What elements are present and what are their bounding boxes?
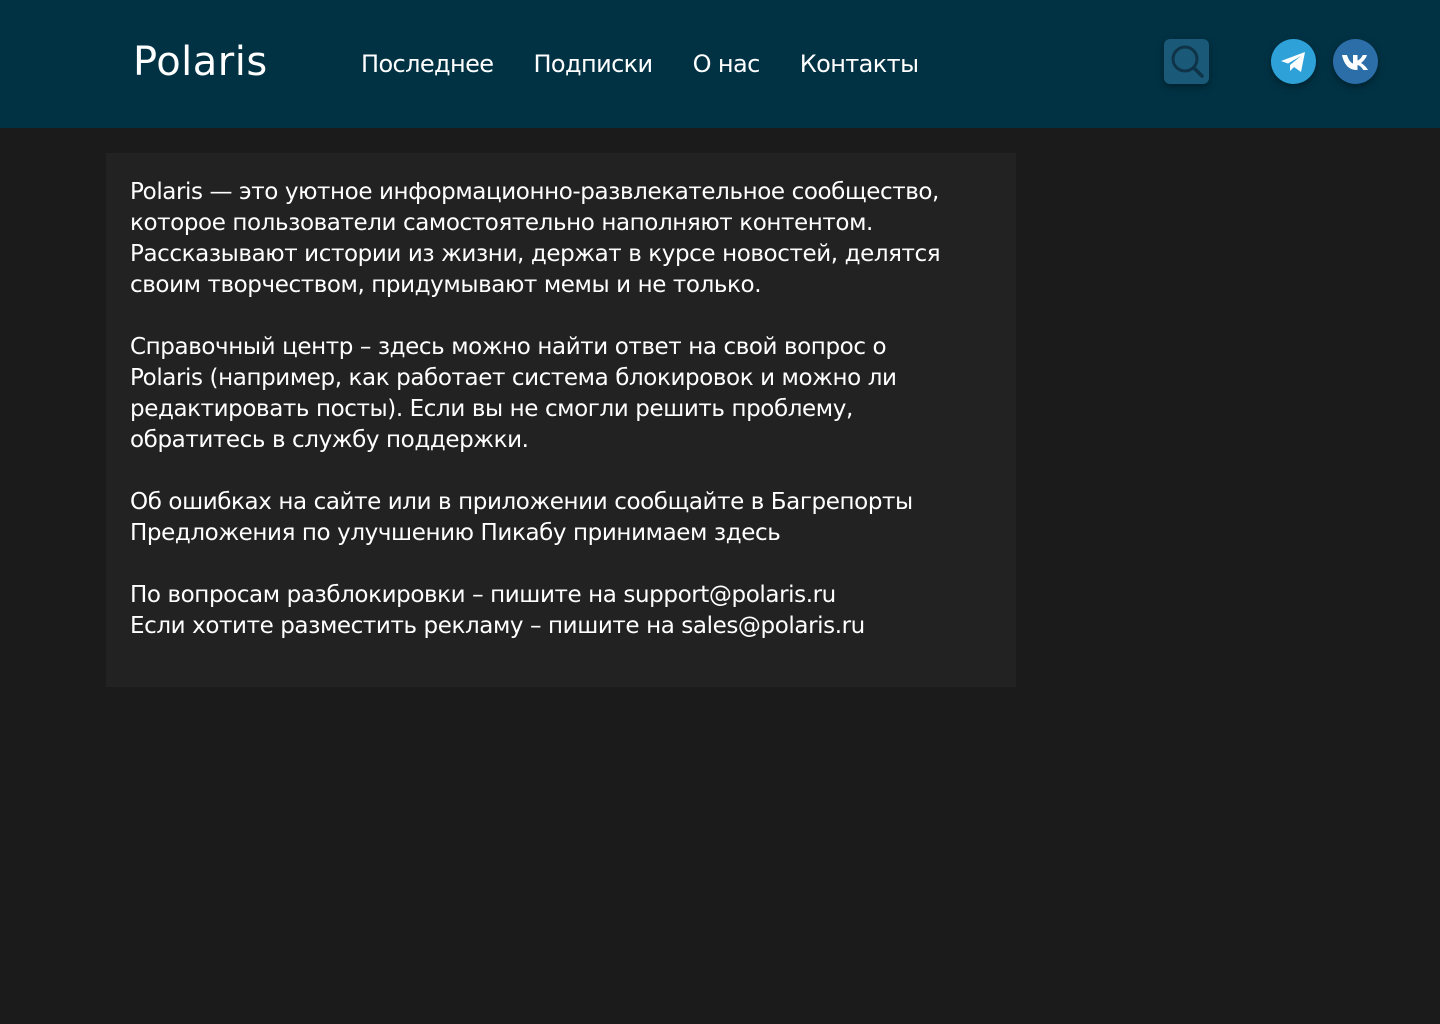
text-line: Polaris (например, как работает система … — [130, 365, 897, 391]
about-feedback: Об ошибках на сайте или в приложении соо… — [130, 487, 1000, 549]
text-line: редактировать посты). Если вы не смогли … — [130, 396, 853, 422]
text-line: По вопросам разблокировки – пишите на su… — [130, 582, 836, 608]
text-line: которое пользователи самостоятельно напо… — [130, 210, 873, 236]
about-help: Справочный центр – здесь можно найти отв… — [130, 332, 1000, 456]
text-line: Об ошибках на сайте или в приложении соо… — [130, 489, 913, 515]
nav-item-subscriptions[interactable]: Подписки — [533, 48, 653, 80]
text-line: Polaris — это уютное информационно-развл… — [130, 179, 939, 205]
vk-button[interactable] — [1333, 39, 1378, 84]
text-line: Справочный центр – здесь можно найти отв… — [130, 334, 887, 360]
nav-item-latest[interactable]: Последнее — [361, 48, 494, 80]
about-contacts: По вопросам разблокировки – пишите на su… — [130, 580, 1000, 642]
site-header: Polaris Последнее Подписки О нас Контакт… — [0, 0, 1440, 128]
main-nav: Последнее Подписки О нас Контакты — [361, 48, 919, 80]
search-button[interactable] — [1164, 39, 1209, 84]
vk-icon — [1342, 55, 1368, 70]
telegram-icon — [1281, 52, 1305, 72]
about-content: Polaris — это уютное информационно-развл… — [130, 177, 1000, 673]
search-icon — [1171, 45, 1204, 78]
text-line: своим творчеством, придумывают мемы и не… — [130, 272, 762, 298]
nav-item-about[interactable]: О нас — [693, 48, 761, 80]
nav-item-contacts[interactable]: Контакты — [800, 48, 919, 80]
site-logo[interactable]: Polaris — [133, 38, 268, 86]
text-line: Рассказывают истории из жизни, держат в … — [130, 241, 941, 267]
telegram-button[interactable] — [1271, 39, 1316, 84]
text-line: Если хотите разместить рекламу – пишите … — [130, 613, 865, 639]
about-card: Polaris — это уютное информационно-развл… — [106, 153, 1016, 687]
text-line: обратитесь в службу поддержки. — [130, 427, 529, 453]
text-line: Предложения по улучшению Пикабу принимае… — [130, 520, 781, 546]
about-intro: Polaris — это уютное информационно-развл… — [130, 177, 1000, 301]
